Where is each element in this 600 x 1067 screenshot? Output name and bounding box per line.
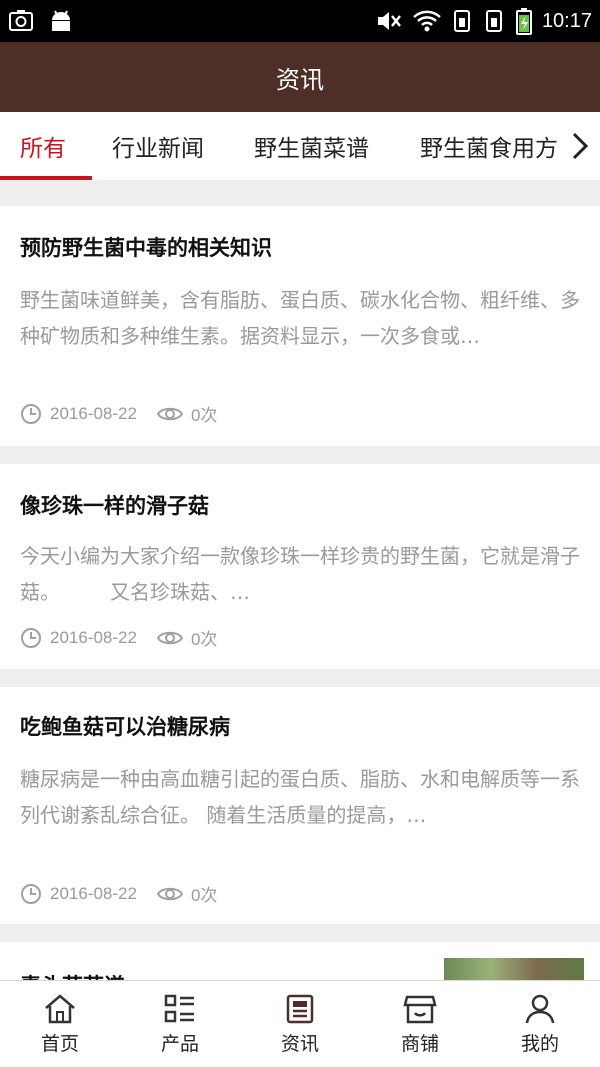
article-views: 0次 bbox=[190, 630, 218, 649]
page-title: 资讯 bbox=[276, 65, 324, 94]
nav-home-label: 首页 bbox=[40, 1032, 79, 1055]
nav-products[interactable]: 产品 bbox=[120, 981, 240, 1067]
grid-list-icon bbox=[164, 994, 194, 1022]
clock-icon bbox=[20, 403, 42, 425]
nav-news[interactable]: 资讯 bbox=[240, 981, 360, 1067]
user-icon bbox=[525, 994, 555, 1023]
article-date: 2016-08-22 bbox=[50, 883, 137, 903]
nav-products-label: 产品 bbox=[160, 1032, 199, 1055]
eye-icon bbox=[156, 885, 183, 903]
article-summary: 野生菌味道鲜美，含有脂肪、蛋白质、碳水化合物、粗纤维、多种矿物质和多种维生素。据… bbox=[20, 288, 580, 348]
eye-icon bbox=[156, 629, 183, 647]
active-tab-indicator bbox=[0, 176, 92, 180]
tab-industry-news[interactable]: 行业新闻 bbox=[112, 112, 204, 180]
article-card[interactable]: 预防野生菌中毒的相关知识 野生菌味道鲜美，含有脂肪、蛋白质、碳水化合物、粗纤维、… bbox=[0, 206, 600, 446]
clock-icon bbox=[20, 627, 42, 649]
article-meta: 2016-08-22 0次 bbox=[20, 625, 217, 650]
article-card[interactable]: 吃鲍鱼菇可以治糖尿病 糖尿病是一种由高血糖引起的蛋白质、脂肪、水和电解质等一系列… bbox=[0, 687, 600, 924]
article-summary: 今天小编为大家介绍一款像珍珠一样珍贵的野生菌，它就是滑子菇。 又名珍珠菇、… bbox=[20, 544, 580, 604]
article-date: 2016-08-22 bbox=[50, 403, 137, 423]
nav-home[interactable]: 首页 bbox=[0, 981, 120, 1067]
category-tabs: 所有 行业新闻 野生菌菜谱 野生菌食用方 bbox=[0, 112, 600, 180]
tab-wild-mushroom-eating[interactable]: 野生菌食用方 bbox=[420, 112, 558, 180]
article-card[interactable]: 像珍珠一样的滑子菇 今天小编为大家介绍一款像珍珠一样珍贵的野生菌，它就是滑子菇。… bbox=[0, 464, 600, 669]
nav-me[interactable]: 我的 bbox=[480, 981, 600, 1067]
screenshot-icon bbox=[9, 10, 33, 31]
wifi-icon bbox=[413, 10, 441, 32]
home-icon bbox=[45, 993, 75, 1023]
article-date: 2016-08-22 bbox=[50, 627, 137, 647]
android-icon bbox=[52, 10, 70, 31]
eye-icon bbox=[156, 405, 183, 423]
article-title: 吃鲍鱼菇可以治糖尿病 bbox=[20, 715, 230, 739]
article-meta: 2016-08-22 0次 bbox=[20, 881, 217, 906]
mute-icon bbox=[377, 12, 401, 30]
tab-wild-mushroom-recipes[interactable]: 野生菌菜谱 bbox=[254, 112, 369, 180]
tabs-scroll-right-button[interactable] bbox=[560, 112, 600, 180]
store-icon bbox=[403, 995, 437, 1023]
article-views: 0次 bbox=[190, 406, 218, 425]
nav-me-label: 我的 bbox=[520, 1032, 559, 1055]
article-views: 0次 bbox=[190, 886, 218, 905]
status-bar: 10:17 bbox=[0, 0, 600, 42]
news-icon bbox=[286, 994, 314, 1023]
article-title: 预防野生菌中毒的相关知识 bbox=[20, 236, 272, 260]
chevron-right-icon bbox=[572, 132, 589, 160]
sim2-signal-icon bbox=[485, 10, 502, 32]
nav-news-label: 资讯 bbox=[280, 1032, 319, 1055]
clock-icon bbox=[20, 883, 42, 905]
article-thumbnail bbox=[444, 958, 584, 980]
nav-store-label: 商铺 bbox=[400, 1032, 439, 1055]
article-meta: 2016-08-22 0次 bbox=[20, 401, 217, 426]
battery-charging-icon bbox=[515, 8, 532, 35]
status-time: 10:17 bbox=[541, 9, 592, 32]
nav-store[interactable]: 商铺 bbox=[360, 981, 480, 1067]
article-title: 像珍珠一样的滑子菇 bbox=[20, 494, 209, 518]
bottom-nav: 首页 产品 资讯 商铺 我的 bbox=[0, 980, 600, 1067]
sim1-signal-icon bbox=[453, 10, 470, 32]
title-bar: 资讯 bbox=[0, 42, 600, 112]
tab-all[interactable]: 所有 bbox=[20, 112, 66, 180]
article-summary: 糖尿病是一种由高血糖引起的蛋白质、脂肪、水和电解质等一系列代谢紊乱综合征。 随着… bbox=[20, 767, 580, 827]
